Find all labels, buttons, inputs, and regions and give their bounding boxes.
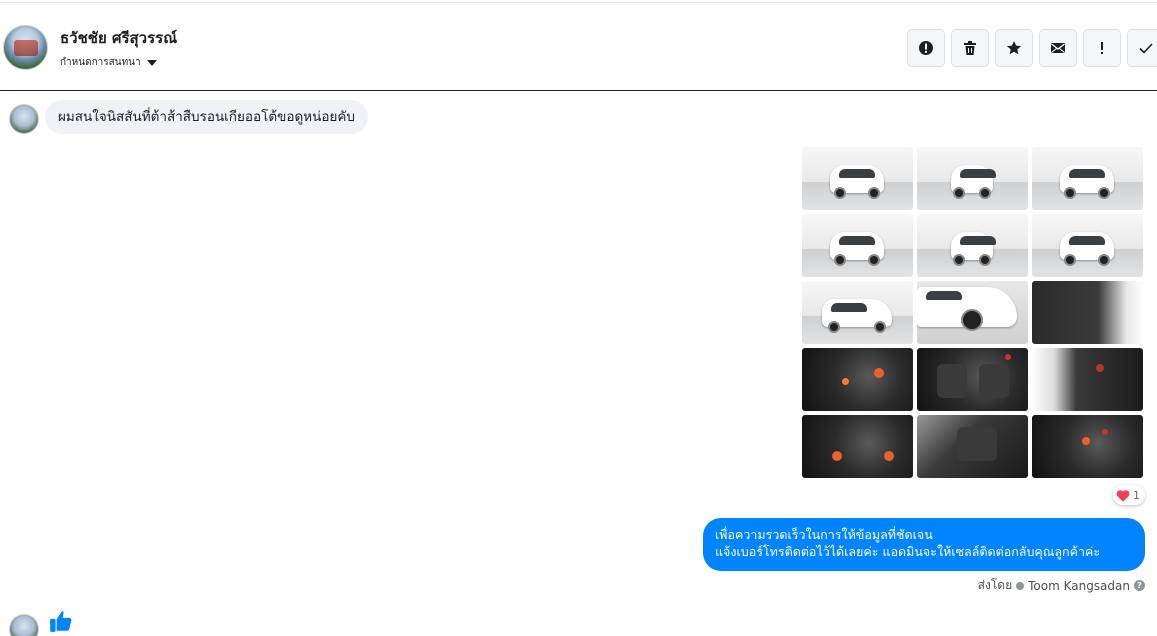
car-photo[interactable] xyxy=(917,214,1028,277)
car-photo[interactable] xyxy=(802,348,913,411)
car-photo[interactable] xyxy=(917,281,1028,344)
car-photo[interactable] xyxy=(802,415,913,478)
car-photo[interactable] xyxy=(802,214,913,277)
trash-icon xyxy=(964,41,976,55)
heart-icon xyxy=(1116,489,1130,502)
contact-avatar[interactable] xyxy=(3,25,48,70)
car-photo[interactable] xyxy=(802,147,913,210)
incoming-message-bubble[interactable]: ผมสนใจนิสสันที่ต้าส้าสืบรอนเกียออโต้ขอดู… xyxy=(45,100,368,134)
star-button[interactable] xyxy=(995,29,1033,67)
car-photo[interactable] xyxy=(1032,214,1143,277)
car-photo[interactable] xyxy=(802,281,913,344)
sent-by-prefix: ส่งโดย xyxy=(977,578,1013,592)
car-photo[interactable] xyxy=(917,147,1028,210)
mark-done-button[interactable] xyxy=(1127,29,1157,67)
thumbs-up-icon[interactable] xyxy=(48,608,74,634)
envelope-icon xyxy=(1051,43,1065,53)
outgoing-line-2: แจ้งเบอร์โทรติดต่อไว้ได้เลยค่ะ แอดมินจะใ… xyxy=(715,544,1101,559)
car-photo[interactable] xyxy=(1032,348,1143,411)
star-icon xyxy=(1006,41,1022,55)
reaction-count: 1 xyxy=(1133,488,1140,502)
conversation-page: ธวัชชัย ศรีสุวรรณ์ กำหนดการสนทนา ผมสนใจน… xyxy=(0,0,1157,636)
sent-by-label: ส่งโดย Toom Kangsadan ? xyxy=(978,576,1145,595)
outgoing-line-1: เพื่อความรวดเร็วในการให้ข้อมูลที่ชัดเจน xyxy=(715,527,933,542)
conversation-settings-dropdown[interactable]: กำหนดการสนทนา xyxy=(60,55,157,70)
conversation-settings-label: กำหนดการสนทนา xyxy=(60,57,141,68)
mark-unread-button[interactable] xyxy=(1039,29,1077,67)
verified-icon xyxy=(1016,581,1025,590)
follow-up-button[interactable] xyxy=(1083,29,1121,67)
exclamation-icon xyxy=(1101,42,1103,54)
contact-name[interactable]: ธวัชชัย ศรีสุวรรณ์ xyxy=(60,26,177,50)
sender-avatar[interactable] xyxy=(9,614,39,636)
outgoing-message-bubble[interactable]: เพื่อความรวดเร็วในการให้ข้อมูลที่ชัดเจน … xyxy=(703,518,1145,571)
chevron-down-icon xyxy=(146,59,157,66)
delete-button[interactable] xyxy=(951,29,989,67)
photo-grid xyxy=(802,147,1143,478)
car-photo[interactable] xyxy=(917,348,1028,411)
car-photo[interactable] xyxy=(1032,281,1143,344)
help-icon[interactable]: ? xyxy=(1134,580,1145,591)
header-actions xyxy=(907,29,1157,67)
reaction-badge[interactable]: 1 xyxy=(1113,485,1145,505)
alert-icon xyxy=(919,41,933,55)
check-icon xyxy=(1139,43,1153,54)
mark-spam-button[interactable] xyxy=(907,29,945,67)
car-photo[interactable] xyxy=(917,415,1028,478)
car-photo[interactable] xyxy=(1032,415,1143,478)
car-photo[interactable] xyxy=(1032,147,1143,210)
sender-avatar[interactable] xyxy=(9,104,39,134)
conversation-header: ธวัชชัย ศรีสุวรรณ์ กำหนดการสนทนา xyxy=(0,3,1157,91)
sent-by-name[interactable]: Toom Kangsadan xyxy=(1028,579,1130,593)
